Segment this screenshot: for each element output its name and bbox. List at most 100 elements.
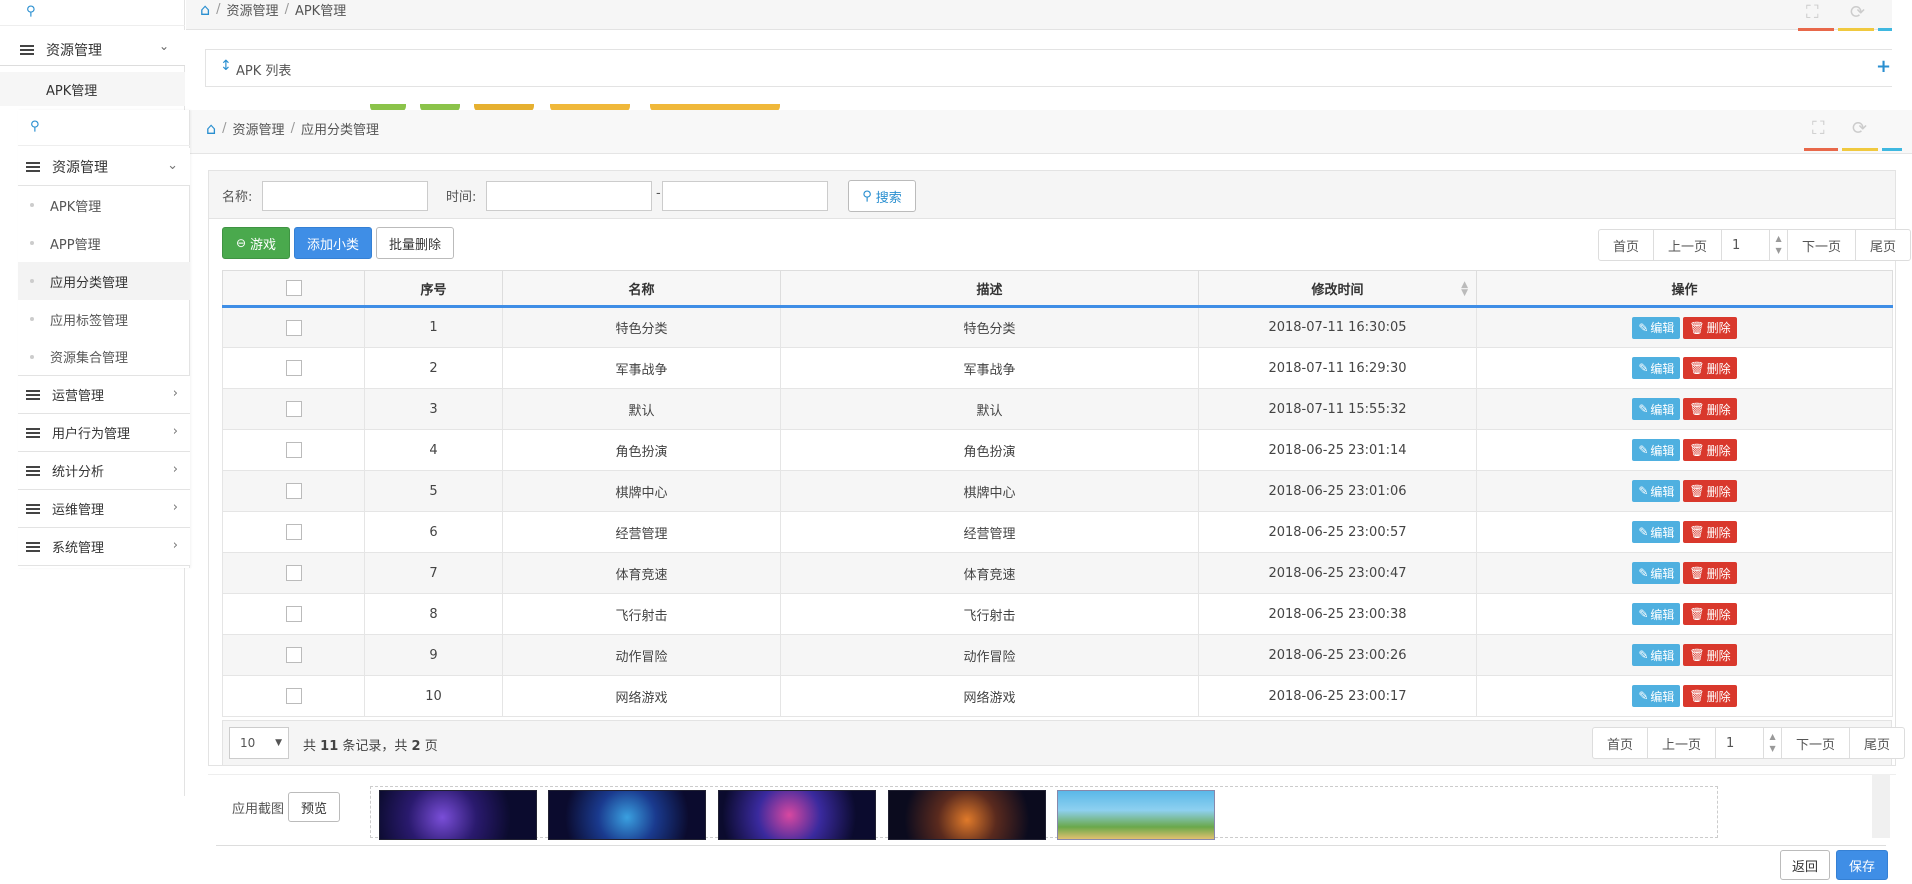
edit-button[interactable]: ✎ 编辑 <box>1632 357 1681 379</box>
refresh-icon[interactable]: ⟳ <box>1852 118 1867 139</box>
menu-icon <box>26 540 40 554</box>
page-input[interactable]: 1 ▲ ▼ <box>1722 230 1789 260</box>
prev-page-button[interactable]: 上一页 <box>1648 728 1717 758</box>
delete-button[interactable]: 🗑 删除 <box>1683 685 1737 707</box>
select-all-checkbox[interactable] <box>285 280 302 296</box>
breadcrumb-item[interactable]: 资源管理 <box>233 119 285 138</box>
prev-page-button[interactable]: 上一页 <box>1654 230 1723 260</box>
back-breadcrumb-item[interactable]: 资源管理 <box>227 0 279 19</box>
edit-button[interactable]: ✎ 编辑 <box>1632 316 1681 339</box>
scrollbar[interactable] <box>1872 774 1890 838</box>
back-menu-head[interactable]: 资源管理 ⌄ <box>0 30 185 66</box>
delete-button[interactable]: 🗑 删除 <box>1683 357 1737 379</box>
edit-button[interactable]: ✎ 编辑 <box>1632 644 1681 666</box>
cell-time: 2018-07-11 15:55:32 <box>1198 388 1477 430</box>
cell-name: 体育竞速 <box>502 552 781 594</box>
column-header-time[interactable]: 修改时间 ▲ ▼ <box>1198 270 1477 308</box>
edit-button[interactable]: ✎ 编辑 <box>1632 603 1681 625</box>
screenshot-thumbnail[interactable] <box>1057 790 1215 840</box>
search-button[interactable]: ⚲ 搜索 <box>848 180 916 212</box>
last-page-button[interactable]: 尾页 <box>1856 230 1910 260</box>
sidebar-section-resource[interactable]: 资源管理 ⌄ <box>18 148 190 186</box>
row-checkbox[interactable] <box>285 647 302 663</box>
edit-button[interactable]: ✎ 编辑 <box>1632 685 1681 707</box>
page-input[interactable]: 1 ▲ ▼ <box>1716 728 1783 758</box>
sidebar-item-apk[interactable]: APK管理 <box>18 186 190 224</box>
delete-button[interactable]: 🗑 删除 <box>1683 644 1737 666</box>
breadcrumb-item: 应用分类管理 <box>300 123 379 138</box>
delete-button[interactable]: 🗑 删除 <box>1683 521 1737 543</box>
row-checkbox[interactable] <box>285 606 302 622</box>
row-checkbox[interactable] <box>285 401 302 417</box>
next-page-button[interactable]: 下一页 <box>1782 728 1851 758</box>
delete-button[interactable]: 🗑 删除 <box>1683 562 1737 584</box>
menu-icon <box>26 388 40 402</box>
delete-button[interactable]: 🗑 删除 <box>1683 316 1737 339</box>
back-sidebar-search[interactable]: ⚲ <box>0 0 185 26</box>
cell-time: 2018-06-25 23:01:06 <box>1198 470 1477 512</box>
sidebar-group-maintenance[interactable]: 运维管理 › <box>18 490 190 528</box>
screenshot-thumbnail[interactable] <box>379 790 537 840</box>
screenshot-thumbnail[interactable] <box>548 790 706 840</box>
save-button[interactable]: 保存 <box>1836 850 1888 880</box>
delete-button[interactable]: 🗑 删除 <box>1683 398 1737 420</box>
back-apk-list-bar: ↕ APK 列表 <box>205 49 1895 87</box>
edit-icon: ✎ <box>1638 361 1649 375</box>
add-icon[interactable]: + <box>1876 56 1891 77</box>
edit-button[interactable]: ✎ 编辑 <box>1632 480 1681 502</box>
sidebar-item-collection[interactable]: 资源集合管理 <box>18 338 190 376</box>
next-page-button[interactable]: 下一页 <box>1788 230 1857 260</box>
screenshot-thumbnail[interactable] <box>718 790 876 840</box>
sidebar-search[interactable]: ⚲ <box>18 110 190 146</box>
refresh-icon[interactable]: ⟳ <box>1850 2 1865 23</box>
delete-button[interactable]: 🗑 删除 <box>1683 603 1737 625</box>
edit-button[interactable]: ✎ 编辑 <box>1632 398 1681 420</box>
row-checkbox[interactable] <box>285 319 302 336</box>
column-header: 描述 <box>780 270 1199 308</box>
edit-button[interactable]: ✎ 编辑 <box>1632 562 1681 584</box>
page-spinner[interactable]: ▲ ▼ <box>1763 728 1781 758</box>
row-checkbox[interactable] <box>285 565 302 581</box>
edit-button[interactable]: ✎ 编辑 <box>1632 521 1681 543</box>
edit-button[interactable]: ✎ 编辑 <box>1632 439 1681 461</box>
back-sidebar-item-apk[interactable]: APK管理 <box>0 72 185 106</box>
table-header: 序号 名称 描述 修改时间 ▲ ▼ 操作 <box>222 270 1893 308</box>
first-page-button[interactable]: 首页 <box>1593 728 1649 758</box>
row-checkbox[interactable] <box>285 524 302 540</box>
sidebar-item-app[interactable]: APP管理 <box>18 224 190 262</box>
row-checkbox[interactable] <box>285 483 302 499</box>
fullscreen-icon[interactable]: ⛶ <box>1812 118 1825 139</box>
edit-icon: ✎ <box>1638 566 1649 580</box>
preview-button[interactable]: 预览 <box>288 792 340 822</box>
trash-icon: 🗑 <box>1689 484 1705 498</box>
batch-delete-button[interactable]: 批量删除 <box>376 227 454 259</box>
sidebar-item-category[interactable]: 应用分类管理 <box>18 262 190 300</box>
last-page-button[interactable]: 尾页 <box>1850 728 1904 758</box>
name-input[interactable] <box>262 181 428 211</box>
page-spinner[interactable]: ▲ ▼ <box>1769 230 1787 260</box>
delete-button[interactable]: 🗑 删除 <box>1683 480 1737 502</box>
cell-desc: 默认 <box>780 388 1199 430</box>
trash-icon: 🗑 <box>1689 607 1705 621</box>
back-button[interactable]: 返回 <box>1780 850 1830 880</box>
screenshot-thumbnail[interactable] <box>888 790 1046 840</box>
add-subcategory-button[interactable]: 添加小类 <box>294 227 372 259</box>
page-size-select[interactable]: 10 ▼ <box>229 727 289 759</box>
row-checkbox[interactable] <box>285 442 302 458</box>
end-time-input[interactable] <box>662 181 828 211</box>
fullscreen-icon[interactable]: ⛶ <box>1806 2 1819 23</box>
sidebar-group-user-behavior[interactable]: 用户行为管理 › <box>18 414 190 452</box>
row-checkbox[interactable] <box>285 360 302 376</box>
sidebar-group-system[interactable]: 系统管理 › <box>18 528 190 566</box>
home-icon[interactable]: ⌂ <box>200 0 210 19</box>
sidebar-group-statistics[interactable]: 统计分析 › <box>18 452 190 490</box>
game-button[interactable]: ⊖ 游戏 <box>222 227 290 259</box>
sidebar-item-tag[interactable]: 应用标签管理 <box>18 300 190 338</box>
first-page-button[interactable]: 首页 <box>1599 230 1655 260</box>
delete-button[interactable]: 🗑 删除 <box>1683 439 1737 461</box>
start-time-input[interactable] <box>486 181 652 211</box>
sidebar-group-operations[interactable]: 运营管理 › <box>18 376 190 414</box>
row-checkbox[interactable] <box>285 688 302 704</box>
home-icon[interactable]: ⌂ <box>206 119 216 138</box>
cell-no: 1 <box>364 306 503 348</box>
